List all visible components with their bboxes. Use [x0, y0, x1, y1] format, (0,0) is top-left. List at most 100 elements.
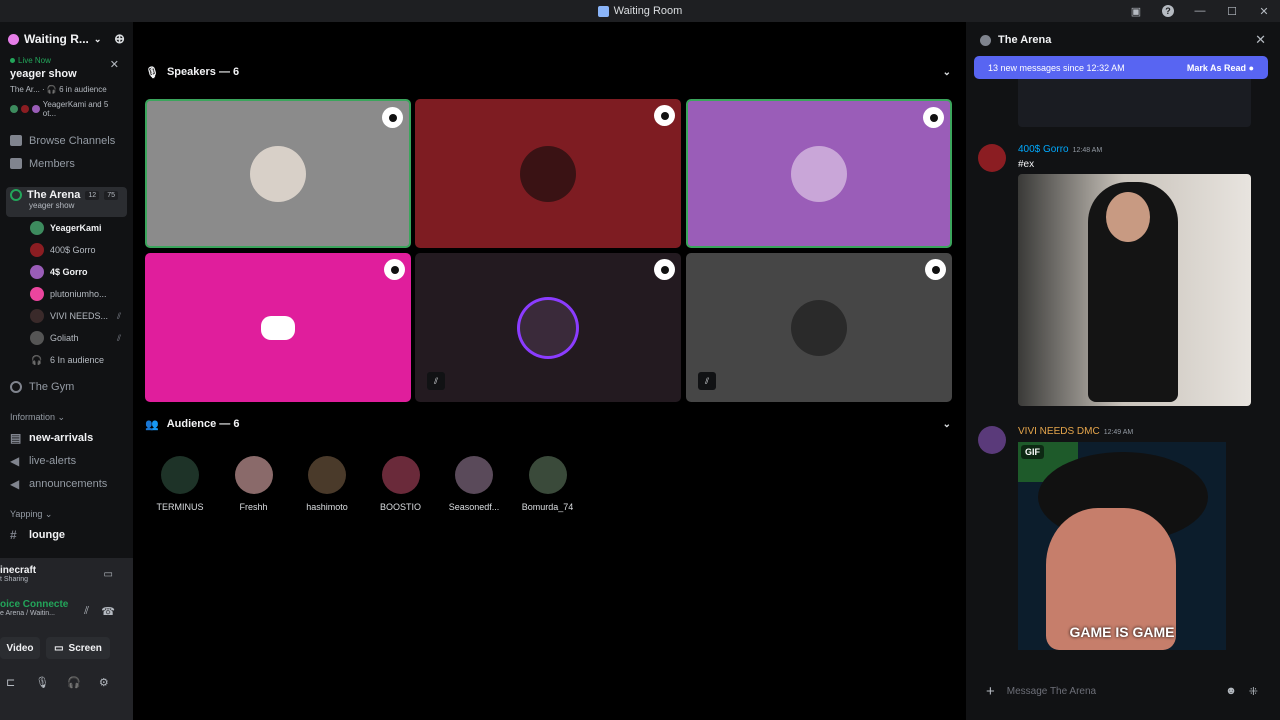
audience-name: Bomurda_74: [521, 502, 574, 512]
maximize-button[interactable]: ☐: [1216, 0, 1248, 22]
audience-name: Seasonedf...: [448, 502, 500, 512]
speaker-tile[interactable]: [145, 99, 411, 248]
speaker-tile[interactable]: ⫽: [415, 253, 681, 402]
new-messages-bar[interactable]: 13 new messages since 12:32 AM Mark As R…: [974, 56, 1268, 79]
chat-panel: The Arena ✕ 13 new messages since 12:32 …: [966, 22, 1280, 720]
stream-card[interactable]: inecraft t Sharing ▭: [0, 558, 133, 593]
server-icon: [8, 33, 19, 45]
rules-channel-icon: ▤: [10, 430, 22, 445]
user-avatar[interactable]: ⊏: [6, 676, 15, 689]
voice-member-name: Goliath: [50, 333, 79, 343]
message-1: 400$ Gorro 12:48 AM #ex: [978, 144, 1268, 409]
audience-member[interactable]: Bomurda_74: [513, 456, 583, 512]
audience-name: hashimoto: [306, 502, 348, 512]
message-text: #ex: [1018, 159, 1035, 170]
voice-member[interactable]: Goliath ⫽: [0, 327, 133, 349]
stage-main: 🎙 Speakers — 6 ⌄ ⫽ ⫽ 👥 Audience — 6 ⌄ TER…: [133, 22, 963, 720]
voice-member[interactable]: 400$ Gorro: [0, 239, 133, 261]
headphones-icon[interactable]: 🎧: [67, 676, 81, 689]
stage-icon: [10, 380, 22, 393]
discord-logo-icon: [261, 315, 295, 340]
voice-member[interactable]: YeagerKami: [0, 217, 133, 239]
voice-member[interactable]: plutoniumho...: [0, 283, 133, 305]
gif-attachment[interactable]: GIF GAME IS GAME: [1018, 442, 1226, 650]
speaker-avatar: [520, 145, 576, 202]
add-attachment-icon[interactable]: +: [986, 683, 995, 700]
voice-channel-arena[interactable]: The Arena 12 75 yeager show: [6, 187, 127, 217]
mark-as-read-button[interactable]: Mark As Read ●: [1187, 63, 1254, 73]
audience-member[interactable]: hashimoto: [292, 456, 362, 512]
voice-member[interactable]: VIVI NEEDS... ⫽: [0, 305, 133, 327]
avatar: [455, 456, 493, 494]
category-yapping[interactable]: Yapping ⌄: [0, 505, 133, 523]
disconnect-icon[interactable]: ☎: [101, 605, 115, 618]
server-name: Waiting R...: [24, 32, 89, 46]
avatar: [30, 265, 44, 279]
browse-channels[interactable]: Browse Channels: [0, 129, 133, 152]
stream-subtitle: t Sharing: [0, 576, 29, 583]
channel-name: live-alerts: [29, 454, 77, 467]
inbox-icon[interactable]: ▣: [1120, 0, 1152, 22]
stream-preview-icon[interactable]: ▭: [104, 569, 113, 580]
audience-member[interactable]: Seasonedf...: [439, 456, 509, 512]
speaker-tile[interactable]: [415, 99, 681, 248]
audience-member[interactable]: TERMINUS: [145, 456, 215, 512]
speaker-tile[interactable]: ⫽: [686, 253, 952, 402]
live-users: YeagerKami and 5 ot...: [10, 100, 123, 118]
speaker-tile[interactable]: [686, 99, 952, 248]
author-name[interactable]: VIVI NEEDS DMC: [1018, 426, 1100, 437]
microphone-icon[interactable]: 🎙: [35, 676, 49, 689]
emoji-icon[interactable]: ☻: [1225, 685, 1237, 697]
audience-icon: 👥: [145, 418, 159, 431]
audience-name: TERMINUS: [156, 502, 204, 512]
author-name[interactable]: 400$ Gorro: [1018, 144, 1069, 155]
voice-member-name: VIVI NEEDS...: [50, 311, 109, 321]
message-input[interactable]: Message The Arena: [1007, 686, 1213, 697]
voice-member[interactable]: 4$ Gorro: [0, 261, 133, 283]
audience-member[interactable]: BOOSTIO: [366, 456, 436, 512]
voice-connection[interactable]: oice Connecte e Arena / Waitin... ⫽ ☎: [0, 593, 133, 633]
announcement-icon: ◀: [10, 453, 20, 468]
screen-button[interactable]: ▭ Screen: [46, 637, 110, 659]
speaker-tile[interactable]: [145, 253, 411, 402]
author-avatar[interactable]: [978, 426, 1006, 454]
video-button[interactable]: Video: [0, 637, 40, 659]
audience-count[interactable]: 🎧 6 In audience: [0, 349, 133, 371]
audience-header[interactable]: 👥 Audience — 6 ⌄: [145, 414, 951, 434]
audience-member[interactable]: Freshh: [219, 456, 289, 512]
channel-item[interactable]: ◀ announcements: [0, 472, 133, 495]
chat-title: The Arena: [998, 34, 1052, 46]
audience-name: BOOSTIO: [379, 502, 421, 512]
noise-suppression-icon[interactable]: ⫽: [84, 605, 89, 618]
moderator-badge-icon: [654, 259, 675, 280]
close-chat-icon[interactable]: ✕: [1255, 32, 1266, 48]
channel-item[interactable]: ▤ new-arrivals: [0, 426, 133, 449]
channel-name: new-arrivals: [29, 431, 94, 444]
minimize-button[interactable]: —: [1184, 0, 1216, 22]
avatar: [161, 456, 199, 494]
channel-lounge[interactable]: # lounge: [0, 523, 133, 546]
channel-gym[interactable]: The Gym: [0, 375, 133, 398]
category-information[interactable]: Information ⌄: [0, 408, 133, 426]
microphone-icon: 🎙: [145, 66, 159, 79]
previous-image-attachment[interactable]: [1018, 79, 1251, 127]
channel-item[interactable]: ◀ live-alerts: [0, 449, 133, 472]
apps-icon[interactable]: ⁜: [1249, 685, 1258, 698]
speakers-header[interactable]: 🎙 Speakers — 6 ⌄: [145, 62, 951, 82]
author-avatar[interactable]: [978, 144, 1006, 172]
chevron-down-icon: ⌄: [93, 33, 102, 44]
stream-title: inecraft: [0, 565, 37, 576]
chevron-down-icon[interactable]: ⌄: [943, 419, 951, 430]
chevron-down-icon[interactable]: ⌄: [943, 67, 951, 78]
image-attachment[interactable]: [1018, 174, 1251, 406]
close-icon[interactable]: ✕: [110, 58, 119, 71]
help-icon[interactable]: ?: [1152, 0, 1184, 22]
server-header[interactable]: Waiting R... ⌄ ⊕: [0, 22, 133, 56]
invite-icon[interactable]: ⊕: [114, 31, 125, 47]
live-stage-card[interactable]: Live Now ✕ yeager show The Ar... · 🎧 6 i…: [0, 56, 133, 129]
close-window-button[interactable]: ✕: [1248, 0, 1280, 22]
arena-subtitle: yeager show: [29, 201, 75, 210]
settings-gear-icon[interactable]: ⚙: [99, 676, 109, 689]
members[interactable]: Members: [0, 152, 133, 175]
moderator-badge-icon: [925, 259, 946, 280]
